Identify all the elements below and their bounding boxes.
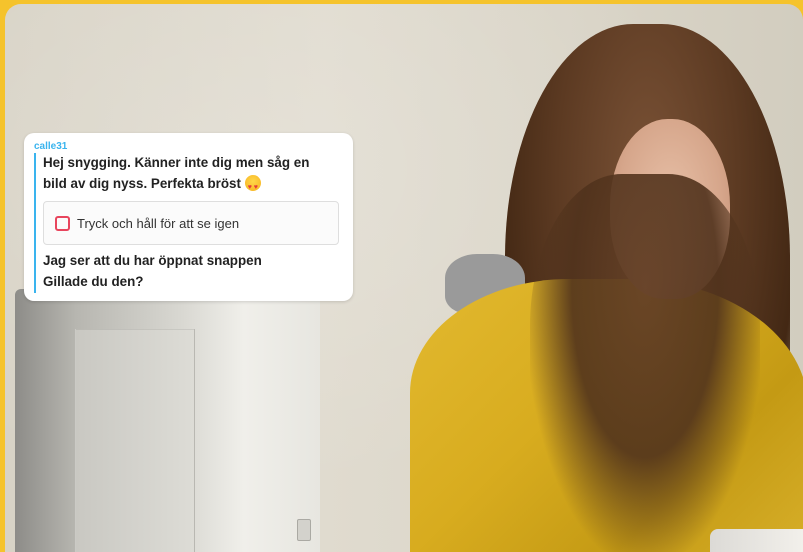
hair-front xyxy=(530,174,760,552)
chat-card: calle31 Hej snygging. Känner inte dig me… xyxy=(24,133,353,301)
girl-illustration xyxy=(410,24,803,552)
message-1-line-2: bild av dig nyss. Perfekta bröst xyxy=(43,176,241,191)
heart-eyes-emoji-icon xyxy=(244,175,261,198)
snap-replay-button[interactable]: Tryck och håll för att se igen xyxy=(43,201,339,245)
sender-name: calle31 xyxy=(34,141,68,152)
phone xyxy=(710,529,803,552)
message-1: Hej snygging. Känner inte dig men såg en… xyxy=(43,152,343,198)
message-2-line-2: Gillade du den? xyxy=(43,274,144,289)
video-frame: calle31 Hej snygging. Känner inte dig me… xyxy=(5,4,803,552)
chat-rail xyxy=(34,153,36,293)
cabinet-panel xyxy=(75,329,195,552)
message-2-line-1: Jag ser att du har öppnat snappen xyxy=(43,253,262,268)
message-2: Jag ser att du har öppnat snappen Gillad… xyxy=(43,250,343,292)
background-cabinet xyxy=(15,289,320,552)
cabinet-handle xyxy=(297,519,311,541)
message-1-line-1: Hej snygging. Känner inte dig men såg en xyxy=(43,155,310,170)
snap-square-icon xyxy=(55,215,70,231)
snap-replay-label: Tryck och håll för att se igen xyxy=(77,215,240,231)
